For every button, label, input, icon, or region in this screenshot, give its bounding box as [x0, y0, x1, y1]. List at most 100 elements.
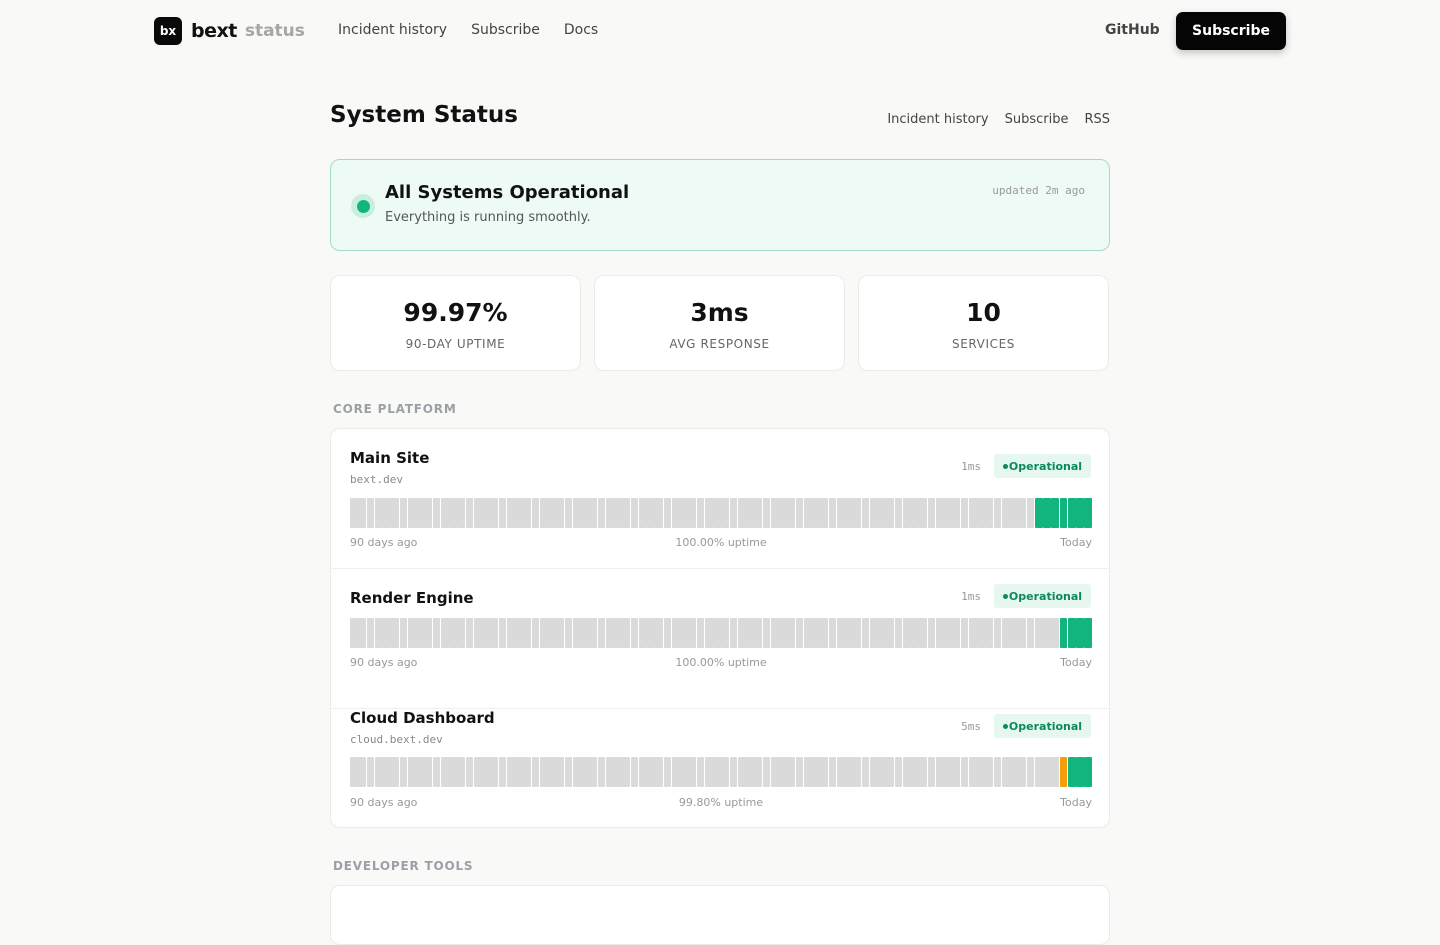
uptime-day-segment[interactable] [779, 498, 787, 528]
uptime-day-segment[interactable] [366, 757, 375, 787]
uptime-day-segment[interactable] [993, 618, 1002, 648]
uptime-day-segment[interactable] [944, 618, 952, 648]
uptime-day-segment[interactable] [457, 498, 465, 528]
uptime-day-segment[interactable] [762, 757, 771, 787]
uptime-day-segment[interactable] [531, 618, 540, 648]
uptime-day-segment[interactable] [721, 498, 729, 528]
uptime-day-segment[interactable] [878, 618, 886, 648]
uptime-day-segment[interactable] [614, 757, 622, 787]
uptime-day-segment[interactable] [366, 618, 375, 648]
uptime-day-segment[interactable] [688, 498, 696, 528]
uptime-day-segment[interactable] [795, 498, 804, 528]
uptime-day-segment[interactable] [713, 618, 721, 648]
uptime-day-segment[interactable] [638, 498, 647, 528]
uptime-day-segment[interactable] [473, 498, 482, 528]
uptime-day-segment[interactable] [1010, 618, 1018, 648]
uptime-day-segment[interactable] [779, 618, 787, 648]
uptime-day-segment[interactable] [911, 757, 919, 787]
uptime-day-segment[interactable] [1026, 618, 1035, 648]
uptime-day-segment[interactable] [449, 498, 457, 528]
uptime-day-segment[interactable] [416, 498, 424, 528]
uptime-day-segment[interactable] [630, 757, 639, 787]
uptime-day-segment[interactable] [374, 498, 383, 528]
uptime-day-segment[interactable] [1043, 618, 1051, 648]
service-row[interactable]: Render Engine 1ms Operational 90 days ag… [331, 569, 1109, 709]
uptime-day-segment[interactable] [622, 498, 630, 528]
uptime-day-segment[interactable] [671, 757, 680, 787]
uptime-day-segment[interactable] [894, 498, 903, 528]
uptime-day-segment[interactable] [548, 498, 556, 528]
uptime-day-segment[interactable] [795, 757, 804, 787]
uptime-day-segment[interactable] [391, 498, 399, 528]
uptime-day-segment[interactable] [473, 618, 482, 648]
uptime-day-segment[interactable] [1034, 757, 1043, 787]
uptime-day-segment[interactable] [836, 757, 845, 787]
uptime-day-segment[interactable] [828, 618, 837, 648]
uptime-day-segment[interactable] [1026, 498, 1035, 528]
uptime-day-segment[interactable] [638, 757, 647, 787]
uptime-day-segment[interactable] [564, 618, 573, 648]
uptime-day-segment[interactable] [399, 618, 408, 648]
uptime-day-segment[interactable] [515, 618, 523, 648]
uptime-day-segment[interactable] [754, 498, 762, 528]
uptime-day-segment[interactable] [589, 757, 597, 787]
uptime-day-segment[interactable] [878, 757, 886, 787]
uptime-day-segment[interactable] [836, 618, 845, 648]
uptime-day-segment[interactable] [985, 757, 993, 787]
uptime-day-segment[interactable] [680, 498, 688, 528]
uptime-day-segment[interactable] [787, 618, 795, 648]
service-row[interactable]: Cloud Dashboard cloud.bext.dev 5ms Opera… [331, 689, 1109, 827]
uptime-day-segment[interactable] [1076, 498, 1084, 528]
uptime-day-segment[interactable] [812, 757, 820, 787]
uptime-day-segment[interactable] [523, 618, 531, 648]
uptime-day-segment[interactable] [482, 757, 490, 787]
uptime-day-segment[interactable] [1059, 757, 1068, 787]
uptime-day-segment[interactable] [713, 498, 721, 528]
uptime-day-segment[interactable] [416, 757, 424, 787]
uptime-day-segment[interactable] [977, 498, 985, 528]
uptime-day-segment[interactable] [845, 618, 853, 648]
uptime-day-segment[interactable] [911, 498, 919, 528]
uptime-day-segment[interactable] [746, 757, 754, 787]
uptime-day-segment[interactable] [391, 757, 399, 787]
uptime-day-segment[interactable] [457, 618, 465, 648]
uptime-day-segment[interactable] [853, 757, 861, 787]
uptime-day-segment[interactable] [597, 498, 606, 528]
uptime-day-segment[interactable] [968, 498, 977, 528]
uptime-day-segment[interactable] [630, 618, 639, 648]
uptime-day-segment[interactable] [1001, 757, 1010, 787]
uptime-day-segment[interactable] [828, 757, 837, 787]
uptime-day-segment[interactable] [1001, 618, 1010, 648]
uptime-day-segment[interactable] [581, 757, 589, 787]
uptime-day-segment[interactable] [993, 757, 1002, 787]
uptime-day-segment[interactable] [374, 618, 383, 648]
uptime-day-segment[interactable] [432, 757, 441, 787]
uptime-day-segment[interactable] [622, 618, 630, 648]
uptime-day-segment[interactable] [374, 757, 383, 787]
header-subscribe-link[interactable]: Subscribe [1005, 112, 1069, 127]
uptime-day-segment[interactable] [704, 618, 713, 648]
uptime-day-segment[interactable] [754, 618, 762, 648]
uptime-day-segment[interactable] [737, 618, 746, 648]
uptime-day-segment[interactable] [457, 757, 465, 787]
uptime-day-segment[interactable] [729, 757, 738, 787]
uptime-day-segment[interactable] [358, 757, 366, 787]
uptime-day-segment[interactable] [1010, 757, 1018, 787]
uptime-day-segment[interactable] [1084, 757, 1092, 787]
uptime-day-segment[interactable] [985, 618, 993, 648]
uptime-day-segment[interactable] [886, 618, 894, 648]
uptime-day-segment[interactable] [853, 498, 861, 528]
uptime-day-segment[interactable] [572, 757, 581, 787]
uptime-day-segment[interactable] [680, 757, 688, 787]
uptime-day-segment[interactable] [1059, 498, 1068, 528]
uptime-day-segment[interactable] [1084, 618, 1092, 648]
uptime-day-segment[interactable] [696, 618, 705, 648]
uptime-day-segment[interactable] [869, 618, 878, 648]
uptime-day-segment[interactable] [737, 498, 746, 528]
uptime-day-segment[interactable] [1067, 498, 1076, 528]
uptime-day-segment[interactable] [803, 757, 812, 787]
uptime-day-segment[interactable] [704, 498, 713, 528]
uptime-day-segment[interactable] [531, 757, 540, 787]
uptime-day-segment[interactable] [803, 618, 812, 648]
uptime-day-segment[interactable] [1034, 498, 1043, 528]
